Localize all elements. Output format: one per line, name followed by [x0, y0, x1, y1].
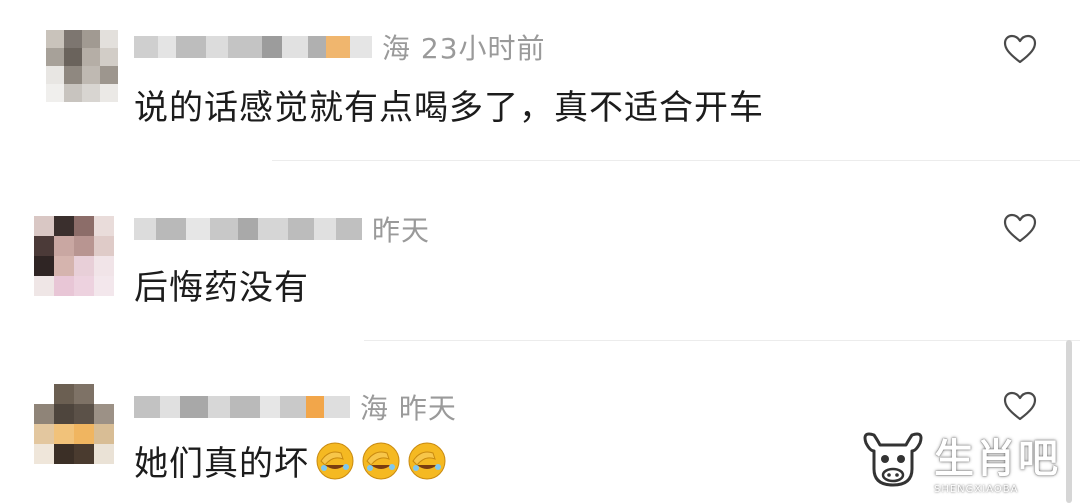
comment-text: 说的话感觉就有点喝多了，真不适合开车	[134, 88, 764, 128]
redacted-username	[134, 36, 372, 58]
location-time: 昨天	[372, 214, 431, 247]
comment-meta: 昨天	[134, 212, 431, 247]
facepalm-laugh-emoji	[408, 442, 446, 479]
avatar[interactable]	[34, 216, 114, 296]
ox-logo-icon	[863, 432, 923, 487]
heart-outline-icon[interactable]	[1002, 390, 1038, 422]
facepalm-laugh-emoji	[316, 442, 354, 479]
comment-text: 她们真的坏	[134, 436, 447, 485]
watermark-sub: SHENGXIAOBA	[934, 483, 1019, 495]
comment-text: 后悔药没有	[134, 268, 309, 308]
avatar[interactable]	[34, 384, 114, 464]
location-time: 海 昨天	[360, 392, 457, 425]
comment-meta: 海 23小时前	[134, 30, 546, 65]
watermark-name: 生肖吧	[934, 435, 1060, 482]
facepalm-laugh-emoji	[362, 442, 400, 479]
comment-item[interactable]: 海 23小时前 说的话感觉就有点喝多了，真不适合开车	[0, 0, 1080, 161]
comment-meta: 海 昨天	[134, 390, 457, 425]
redacted-username	[134, 218, 362, 240]
redacted-username	[134, 396, 350, 418]
heart-outline-icon[interactable]	[1002, 212, 1038, 244]
comment-text-body: 她们真的坏	[134, 444, 309, 484]
heart-outline-icon[interactable]	[1002, 33, 1038, 65]
location-time: 海 23小时前	[382, 32, 546, 65]
watermark: 生肖吧 SHENGXIAOBA	[858, 420, 1068, 500]
comment-item[interactable]: 昨天 后悔药没有	[0, 160, 1080, 341]
avatar[interactable]	[46, 30, 118, 102]
